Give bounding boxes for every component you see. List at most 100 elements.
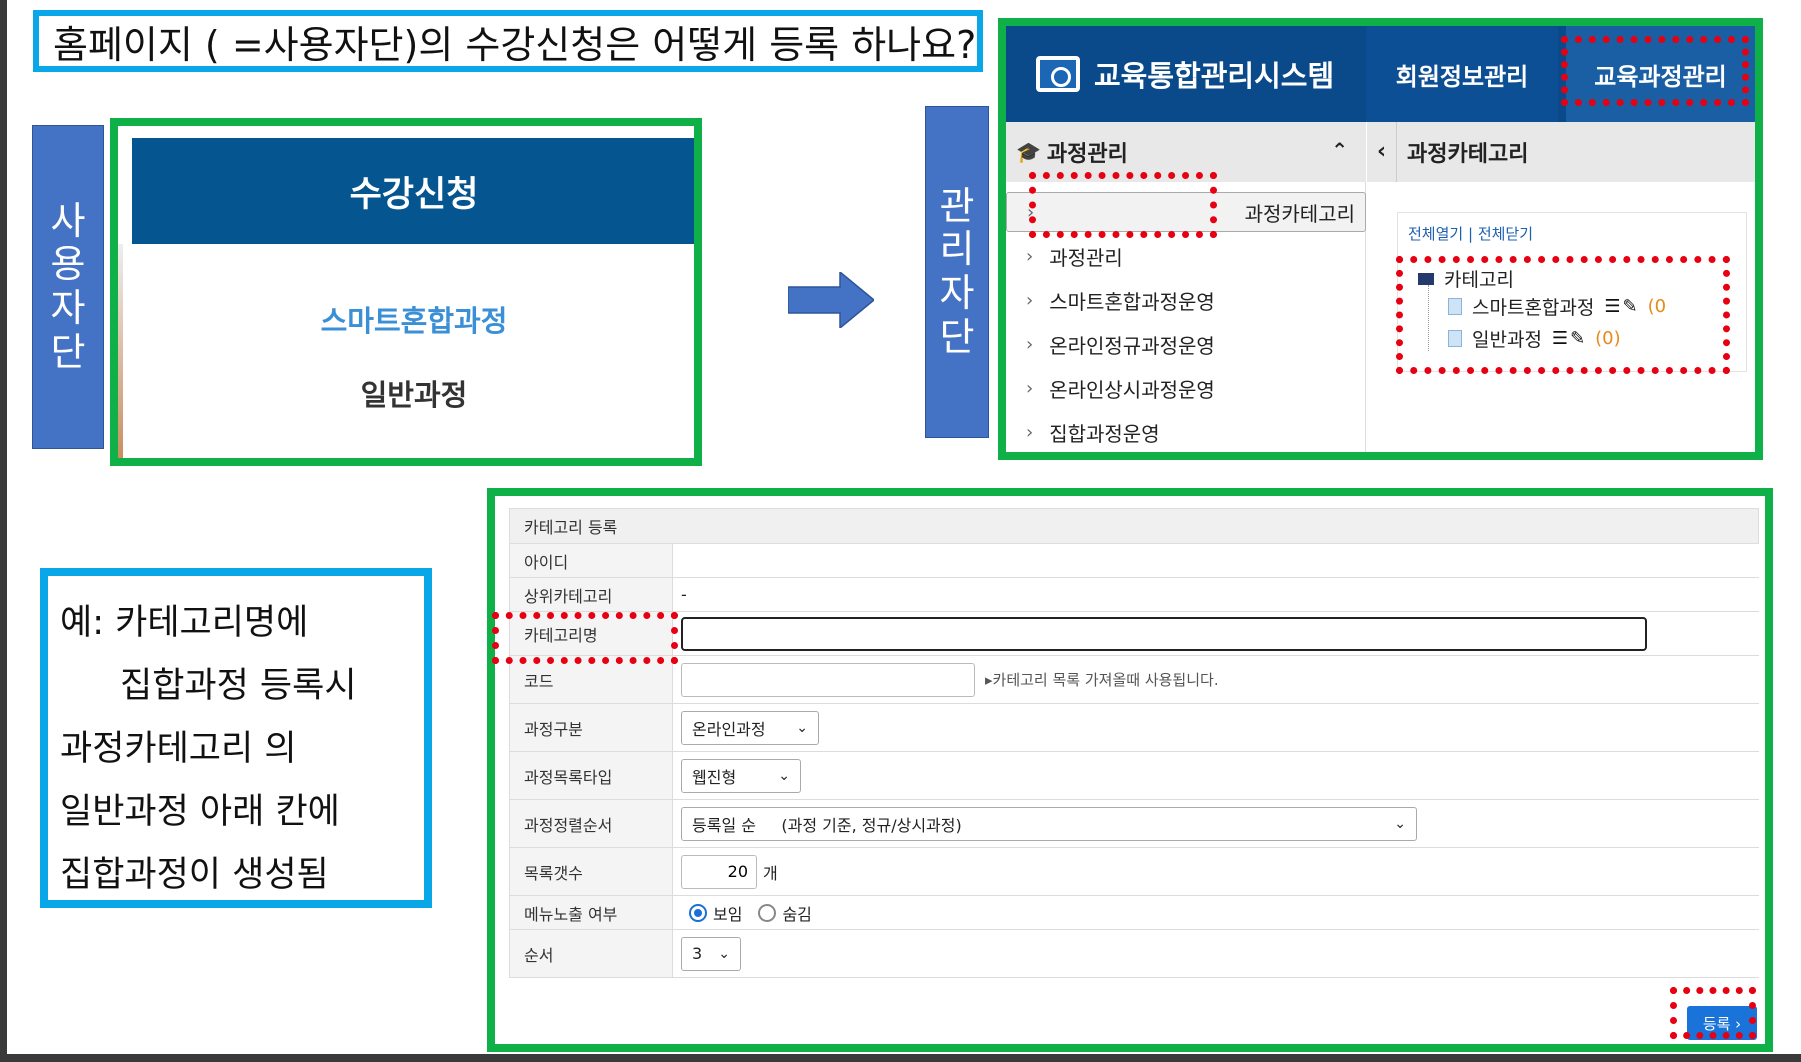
form-label-type: 과정구분 (509, 704, 673, 751)
sidebar-item-course-management[interactable]: › 과정관리 (1006, 236, 1366, 276)
collapse-all-link[interactable]: 전체닫기 (1478, 225, 1533, 243)
chevron-right-icon: › (1026, 245, 1034, 267)
form-row-order: 순서 3 ⌄ (509, 930, 1759, 978)
bottom-edge (0, 1054, 1801, 1062)
list-count-input[interactable] (681, 854, 757, 889)
form-row-parent: 상위카테고리 - (509, 578, 1759, 612)
left-edge (0, 0, 7, 1062)
category-register-form: 카테고리 등록 아이디 상위카테고리 - 카테고리명 코드 ▸카테고리 목록 가… (487, 488, 1773, 1052)
form-row-menu: 메뉴노출 여부 보임 숨김 (509, 896, 1759, 930)
form-row-name: 카테고리명 (509, 612, 1759, 656)
node-count: (0) (1595, 328, 1621, 349)
select-value: 등록일 순 (과정 기준, 정규/상시과정) (692, 815, 962, 835)
category-heading: 과정카테고리 (1407, 142, 1529, 167)
course-link-smart[interactable]: 스마트혼합과정 (118, 298, 694, 340)
tree-controls: 전체열기 | 전체닫기 (1408, 223, 1533, 244)
form-row-type: 과정구분 온라인과정 ⌄ (509, 704, 1759, 752)
code-input[interactable] (681, 662, 975, 697)
form-title: 카테고리 등록 (509, 508, 1759, 544)
list-icon[interactable]: ☰ (1604, 296, 1620, 317)
menu-member-info[interactable]: 회원정보관리 (1366, 26, 1558, 122)
radio-show[interactable] (689, 903, 707, 922)
form-row-sort: 과정정렬순서 등록일 순 (과정 기준, 정규/상시과정) ⌄ (509, 800, 1759, 848)
select-value: 웹진형 (692, 767, 737, 787)
form-row-count: 목록갯수 개 (509, 848, 1759, 896)
menu-course-management[interactable]: 교육과정관리 (1566, 26, 1755, 122)
sidebar-item-group-course[interactable]: › 집합과정운영 (1006, 412, 1366, 452)
chevron-right-icon: › (1026, 333, 1034, 355)
chevron-down-icon: ⌄ (778, 767, 790, 784)
form-value-name (673, 612, 1759, 655)
example-note: 예: 카테고리명에 집합과정 등록시 과정카테고리 의 일반과정 아래 칸에 집… (40, 568, 432, 908)
brand-label: 교육통합관리시스템 (1094, 59, 1335, 93)
expand-all-link[interactable]: 전체열기 (1408, 225, 1463, 243)
form-value-type: 온라인과정 ⌄ (673, 704, 1759, 751)
form-label-parent: 상위카테고리 (509, 578, 673, 611)
code-hint: ▸카테고리 목록 가져올때 사용됩니다. (985, 671, 1219, 689)
tree-root-label: 카테고리 (1444, 269, 1514, 291)
sidebar-item-label: 과정관리 (1049, 245, 1123, 270)
form-value-parent: - (681, 585, 687, 604)
edit-icon[interactable]: ✎ (1570, 328, 1585, 349)
chevron-right-icon: › (1026, 289, 1034, 311)
category-tree: 전체열기 | 전체닫기 카테고리 스마트혼합과정 ☰ ✎ (0 일반과정 ☰ ✎ (1397, 212, 1747, 372)
count-unit: 개 (763, 863, 778, 883)
admin-sidebar: 🎓 과정관리 ⌃ › 과정카테고리 › 과정관리 › 스마트혼합과정운영 › 온라인정규… (1006, 122, 1366, 452)
form-value-sort: 등록일 순 (과정 기준, 정규/상시과정) ⌄ (673, 800, 1759, 847)
user-side-label: 사용자단 (32, 125, 104, 449)
form-label-menu: 메뉴노출 여부 (509, 896, 673, 929)
edit-icon[interactable]: ✎ (1623, 296, 1638, 317)
chevron-down-icon: ⌄ (796, 719, 808, 736)
file-icon (1448, 298, 1462, 315)
radio-show-label: 보임 (713, 904, 743, 924)
order-select[interactable]: 3 ⌄ (681, 936, 741, 971)
tree-connector (1428, 285, 1429, 351)
tree-node-general[interactable]: 일반과정 ☰ ✎ (0) (1448, 325, 1621, 352)
sort-order-select[interactable]: 등록일 순 (과정 기준, 정규/상시과정) ⌄ (681, 806, 1417, 841)
chevron-left-icon[interactable]: ‹ (1367, 122, 1397, 182)
tree-root[interactable]: 카테고리 (1418, 265, 1514, 292)
sidebar-item-online-regular[interactable]: › 온라인정규과정운영 (1006, 324, 1366, 364)
sidebar-item-label: 집합과정운영 (1049, 421, 1160, 446)
sidebar-item-smart-blended[interactable]: › 스마트혼합과정운영 (1006, 280, 1366, 320)
chevron-up-icon[interactable]: ⌃ (1331, 138, 1348, 162)
course-link-general[interactable]: 일반과정 (118, 372, 694, 414)
form-label-list-type: 과정목록타입 (509, 752, 673, 799)
chevron-down-icon: ⌄ (718, 945, 730, 962)
form-value-order: 3 ⌄ (673, 930, 1759, 977)
radio-hide[interactable] (758, 903, 777, 922)
sidebar-item-course-category[interactable]: › 과정카테고리 (1006, 192, 1366, 232)
system-brand[interactable]: 교육통합관리시스템 (1006, 26, 1366, 122)
form-row-id: 아이디 (509, 544, 1759, 578)
sidebar-item-online-always[interactable]: › 온라인상시과정운영 (1006, 368, 1366, 408)
note-line: 예: 카테고리명에 (60, 603, 309, 643)
form-label-name: 카테고리명 (509, 612, 673, 655)
sidebar-section-header[interactable]: 🎓 과정관리 ⌃ (1006, 122, 1366, 182)
form-row-code: 코드 ▸카테고리 목록 가져올때 사용됩니다. (509, 656, 1759, 704)
sidebar-item-label: 온라인상시과정운영 (1049, 377, 1215, 402)
user-side-label-text: 사용자단 (50, 198, 86, 374)
list-icon[interactable]: ☰ (1552, 328, 1568, 349)
chevron-down-icon: ⌄ (1394, 815, 1406, 832)
sidebar-item-label: 과정카테고리 (1244, 201, 1355, 226)
admin-system-panel: 교육통합관리시스템 회원정보관리 교육과정관리 🎓 과정관리 ⌃ › 과정카테고리… (998, 18, 1763, 460)
graduation-cap-icon: 🎓 (1016, 140, 1041, 164)
form-label-order: 순서 (509, 930, 673, 977)
register-button[interactable]: 등록 › (1687, 1006, 1757, 1040)
chevron-right-icon: › (1027, 201, 1035, 223)
node-count: (0 (1647, 296, 1667, 317)
course-type-select[interactable]: 온라인과정 ⌄ (681, 710, 819, 745)
form-label-sort: 과정정렬순서 (509, 800, 673, 847)
page-title: 홈페이지 ( =사용자단)의 수강신청은 어떻게 등록 하나요? (33, 10, 983, 72)
category-main: ‹ 과정카테고리 전체열기 | 전체닫기 카테고리 스마트혼합과정 ☰ ✎ (0 (1367, 122, 1755, 452)
file-icon (1448, 330, 1462, 347)
category-header: ‹ 과정카테고리 (1367, 122, 1755, 182)
form-label-id: 아이디 (509, 544, 673, 577)
tree-node-smart[interactable]: 스마트혼합과정 ☰ ✎ (0 (1448, 293, 1666, 320)
select-value: 온라인과정 (692, 719, 766, 739)
form-label-count: 목록갯수 (509, 848, 673, 895)
category-name-input[interactable] (681, 616, 1647, 651)
folder-icon (1418, 272, 1434, 285)
list-type-select[interactable]: 웹진형 ⌄ (681, 758, 801, 793)
monitor-icon (1036, 56, 1080, 92)
